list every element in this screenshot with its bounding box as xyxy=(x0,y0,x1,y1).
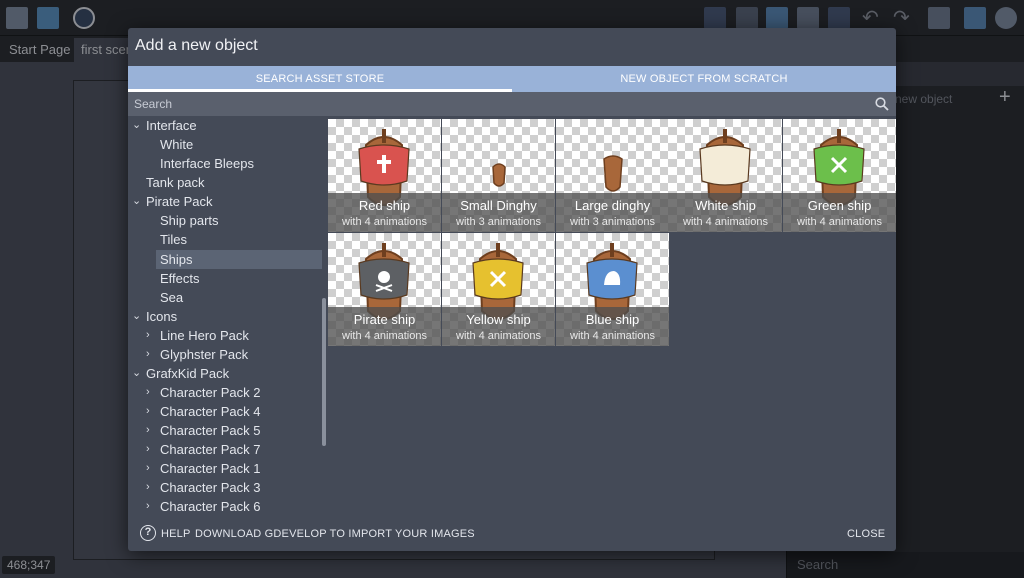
tree-item-interface-bleeps[interactable]: Interface Bleeps xyxy=(160,154,254,173)
chevron-down-icon[interactable]: ⌄ xyxy=(132,364,141,383)
asset-card-green-ship[interactable]: Green ship with 4 animations xyxy=(783,119,896,232)
asset-name: Small Dinghy xyxy=(460,198,537,213)
asset-card-pirate-ship[interactable]: Pirate ship with 4 animations xyxy=(328,233,441,346)
chevron-right-icon[interactable]: › xyxy=(146,383,150,402)
asset-caption: Small Dinghy with 3 animations xyxy=(442,193,555,232)
asset-name: Green ship xyxy=(807,198,872,213)
asset-grid: Red ship with 4 animations Small Dinghy … xyxy=(328,119,896,514)
asset-name: Pirate ship xyxy=(353,312,416,327)
tree-item-character-pack-3[interactable]: › Character Pack 3 xyxy=(146,478,260,497)
chevron-right-icon[interactable]: › xyxy=(146,440,150,459)
chevron-right-icon[interactable]: › xyxy=(146,326,150,345)
chevron-right-icon[interactable]: › xyxy=(146,345,150,364)
asset-name: Blue ship xyxy=(585,312,640,327)
tree-item-icons[interactable]: ⌄ Icons xyxy=(132,307,177,326)
asset-subtitle: with 4 animations xyxy=(797,216,882,228)
tree-item-character-pack-6[interactable]: › Character Pack 6 xyxy=(146,497,260,511)
asset-subtitle: with 4 animations xyxy=(683,216,768,228)
chevron-down-icon[interactable]: ⌄ xyxy=(132,307,141,326)
tree-scrollbar[interactable] xyxy=(322,298,326,446)
chevron-right-icon[interactable]: › xyxy=(146,402,150,421)
asset-caption: Red ship with 4 animations xyxy=(328,193,441,232)
search-icon[interactable] xyxy=(875,97,889,111)
asset-card-small-dinghy[interactable]: Small Dinghy with 3 animations xyxy=(442,119,555,232)
download-gdevelop-button[interactable]: DOWNLOAD GDEVELOP TO IMPORT YOUR IMAGES xyxy=(195,528,475,540)
tree-item-glyphster-pack[interactable]: › Glyphster Pack xyxy=(146,345,248,364)
asset-subtitle: with 3 animations xyxy=(570,216,655,228)
chevron-right-icon[interactable]: › xyxy=(146,497,150,511)
add-object-dialog: Add a new object SEARCH ASSET STORE NEW … xyxy=(128,28,896,551)
tree-item-line-hero-pack[interactable]: › Line Hero Pack xyxy=(146,326,249,345)
dialog-title: Add a new object xyxy=(135,37,258,54)
asset-subtitle: with 4 animations xyxy=(342,216,427,228)
tree-item-ship-parts[interactable]: Ship parts xyxy=(160,211,219,230)
chevron-right-icon[interactable]: › xyxy=(146,421,150,440)
chevron-down-icon[interactable]: ⌄ xyxy=(132,116,141,135)
asset-caption: Large dinghy with 3 animations xyxy=(556,193,669,232)
close-button[interactable]: CLOSE xyxy=(847,528,885,540)
tree-item-interface[interactable]: ⌄ Interface xyxy=(132,116,197,135)
tree-item-grafxkid-pack[interactable]: ⌄ GrafxKid Pack xyxy=(132,364,229,383)
asset-name: Large dinghy xyxy=(574,198,651,213)
asset-name: Yellow ship xyxy=(466,312,531,327)
tree-item-white[interactable]: White xyxy=(160,135,193,154)
asset-caption: White ship with 4 animations xyxy=(669,193,782,232)
asset-name: White ship xyxy=(695,198,756,213)
asset-card-red-ship[interactable]: Red ship with 4 animations xyxy=(328,119,441,232)
tab-new-object-from-scratch[interactable]: NEW OBJECT FROM SCRATCH xyxy=(512,66,896,92)
chevron-right-icon[interactable]: › xyxy=(146,459,150,478)
asset-caption: Yellow ship with 4 animations xyxy=(442,307,555,346)
asset-category-tree: ⌄ Interface White Interface Bleeps Tank p… xyxy=(128,116,328,511)
asset-name: Red ship xyxy=(358,198,411,213)
asset-card-large-dinghy[interactable]: Large dinghy with 3 animations xyxy=(556,119,669,232)
tree-item-tiles[interactable]: Tiles xyxy=(160,230,187,249)
tree-item-character-pack-4[interactable]: › Character Pack 4 xyxy=(146,402,260,421)
tree-item-character-pack-2[interactable]: › Character Pack 2 xyxy=(146,383,260,402)
tree-item-effects[interactable]: Effects xyxy=(160,269,200,288)
asset-subtitle: with 4 animations xyxy=(342,330,427,342)
asset-caption: Green ship with 4 animations xyxy=(783,193,896,232)
asset-card-white-ship[interactable]: White ship with 4 animations xyxy=(669,119,782,232)
asset-card-yellow-ship[interactable]: Yellow ship with 4 animations xyxy=(442,233,555,346)
chevron-down-icon[interactable]: ⌄ xyxy=(132,192,141,211)
tree-item-sea[interactable]: Sea xyxy=(160,288,183,307)
tree-item-tank-pack[interactable]: Tank pack xyxy=(146,173,205,192)
tree-item-character-pack-7[interactable]: › Character Pack 7 xyxy=(146,440,260,459)
tree-item-pirate-pack[interactable]: ⌄ Pirate Pack xyxy=(132,192,212,211)
tree-item-character-pack-5[interactable]: › Character Pack 5 xyxy=(146,421,260,440)
tree-item-ships[interactable]: Ships xyxy=(156,250,322,269)
asset-subtitle: with 4 animations xyxy=(456,330,541,342)
help-button[interactable]: HELP xyxy=(161,528,191,540)
tree-item-character-pack-1[interactable]: › Character Pack 1 xyxy=(146,459,260,478)
dialog-footer: ? HELP DOWNLOAD GDEVELOP TO IMPORT YOUR … xyxy=(128,521,896,551)
chevron-right-icon[interactable]: › xyxy=(146,478,150,497)
asset-subtitle: with 3 animations xyxy=(456,216,541,228)
asset-search-bar xyxy=(128,92,896,116)
asset-search-input[interactable] xyxy=(134,92,854,116)
asset-caption: Blue ship with 4 animations xyxy=(556,307,669,346)
asset-caption: Pirate ship with 4 animations xyxy=(328,307,441,346)
help-icon[interactable]: ? xyxy=(140,525,156,541)
asset-subtitle: with 4 animations xyxy=(570,330,655,342)
asset-card-blue-ship[interactable]: Blue ship with 4 animations xyxy=(556,233,669,346)
